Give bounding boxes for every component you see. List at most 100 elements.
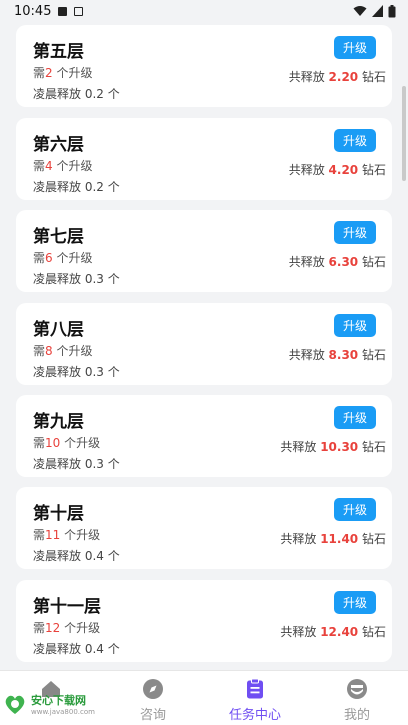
req-suffix: 个升级 xyxy=(64,528,101,542)
total-prefix: 共释放 xyxy=(280,532,317,546)
total-amount: 10.30 xyxy=(320,440,359,454)
req-count: 11 xyxy=(45,528,61,542)
level-requirement: 需2 个升级 xyxy=(33,64,93,81)
req-prefix: 需 xyxy=(33,159,46,173)
level-requirement: 需10 个升级 xyxy=(33,434,100,451)
level-release: 凌晨释放 0.3 个 xyxy=(33,365,120,379)
battery-icon xyxy=(388,4,396,17)
watermark-logo-icon xyxy=(5,695,25,714)
clipboard-icon xyxy=(247,678,263,699)
total-prefix: 共释放 xyxy=(288,255,325,269)
level-release: 凌晨释放 0.3 个 xyxy=(33,457,120,471)
req-prefix: 需 xyxy=(33,436,46,450)
req-suffix: 个升级 xyxy=(56,251,93,265)
req-count: 10 xyxy=(45,436,61,450)
upgrade-button[interactable]: 升级 xyxy=(334,498,376,521)
notification-icon xyxy=(58,6,68,16)
req-suffix: 个升级 xyxy=(64,436,101,450)
level-title: 第八层 xyxy=(33,320,84,340)
tab-task-center-label: 任务中心 xyxy=(228,708,281,723)
level-requirement: 需6 个升级 xyxy=(33,249,93,266)
level-title: 第十一层 xyxy=(33,597,101,617)
total-suffix: 钻石 xyxy=(361,440,386,454)
total-amount: 4.20 xyxy=(328,163,359,177)
level-release: 凌晨释放 0.2 个 xyxy=(33,87,120,101)
req-suffix: 个升级 xyxy=(56,344,93,358)
level-total: 共释放 11.40 钻石 xyxy=(280,530,386,547)
level-requirement: 需12 个升级 xyxy=(33,619,100,636)
level-title: 第十层 xyxy=(33,504,84,524)
level-release: 凌晨释放 0.4 个 xyxy=(33,642,120,656)
total-amount: 8.30 xyxy=(328,348,359,362)
status-time: 10:45 xyxy=(14,3,52,19)
total-amount: 6.30 xyxy=(328,255,359,269)
upgrade-button[interactable]: 升级 xyxy=(334,221,376,244)
level-total: 共释放 2.20 钻石 xyxy=(289,68,386,85)
req-count: 6 xyxy=(45,251,53,265)
level-title: 第九层 xyxy=(33,412,84,432)
req-suffix: 个升级 xyxy=(56,159,93,173)
tab-profile-label: 我的 xyxy=(343,708,370,723)
total-suffix: 钻石 xyxy=(361,348,386,362)
level-requirement: 需11 个升级 xyxy=(33,526,100,543)
level-release: 凌晨释放 0.4 个 xyxy=(33,549,120,563)
tab-consult[interactable]: 咨询 xyxy=(102,671,204,725)
req-prefix: 需 xyxy=(33,66,46,80)
level-total: 共释放 4.20 钻石 xyxy=(289,161,386,178)
tab-profile[interactable]: 我的 xyxy=(306,671,408,725)
req-suffix: 个升级 xyxy=(56,66,93,80)
total-amount: 11.40 xyxy=(320,532,359,546)
level-requirement: 需4 个升级 xyxy=(33,157,93,174)
screenshot-icon xyxy=(74,6,84,16)
upgrade-button[interactable]: 升级 xyxy=(334,129,376,152)
total-prefix: 共释放 xyxy=(288,70,325,84)
level-release: 凌晨释放 0.3 个 xyxy=(33,272,120,286)
req-count: 2 xyxy=(45,66,53,80)
total-suffix: 钻石 xyxy=(361,532,386,546)
watermark: 安心下载网 www.java800.com xyxy=(0,686,110,722)
level-total: 共释放 10.30 钻石 xyxy=(280,438,386,455)
level-card: 第九层需10 个升级凌晨释放 0.3 个 升级共释放 10.30 钻石 xyxy=(16,395,392,477)
level-total: 共释放 8.30 钻石 xyxy=(289,346,386,363)
tab-task-center[interactable]: 任务中心 xyxy=(204,671,306,725)
req-count: 8 xyxy=(45,344,53,358)
total-prefix: 共释放 xyxy=(288,348,325,362)
compass-icon xyxy=(143,679,163,699)
req-prefix: 需 xyxy=(33,251,46,265)
status-bar: 10:45 xyxy=(0,0,408,22)
level-title: 第六层 xyxy=(33,135,84,155)
signal-icon xyxy=(372,5,383,17)
profile-icon xyxy=(347,679,367,699)
status-right xyxy=(353,4,396,18)
watermark-url: www.java800.com xyxy=(31,708,95,716)
level-release: 凌晨释放 0.2 个 xyxy=(33,180,120,194)
total-suffix: 钻石 xyxy=(361,70,386,84)
level-card: 第八层 需8 个升级 凌晨释放 0.3 个 升级 共释放 8.30 钻石 xyxy=(16,303,392,385)
upgrade-button[interactable]: 升级 xyxy=(334,36,376,59)
level-card: 第七层 需6 个升级 凌晨释放 0.3 个 升级 共释放 6.30 钻石 xyxy=(16,210,392,292)
req-prefix: 需 xyxy=(33,528,46,542)
scrollbar[interactable] xyxy=(402,86,406,181)
total-suffix: 钻石 xyxy=(361,255,386,269)
watermark-text: 安心下载网 www.java800.com xyxy=(31,692,95,716)
level-card: 第五层 需2 个升级 凌晨释放 0.2 个 升级 共释放 2.20 钻石 xyxy=(16,25,392,107)
level-requirement: 需8 个升级 xyxy=(33,342,93,359)
level-total: 共释放 12.40 钻石 xyxy=(280,623,386,640)
total-prefix: 共释放 xyxy=(288,163,325,177)
upgrade-button[interactable]: 升级 xyxy=(334,314,376,337)
level-card: 第十一层需12 个升级凌晨释放 0.4 个 升级共释放 12.40 钻石 xyxy=(16,580,392,662)
level-title: 第七层 xyxy=(33,227,84,247)
upgrade-button[interactable]: 升级 xyxy=(334,406,376,429)
upgrade-button[interactable]: 升级 xyxy=(334,591,376,614)
level-list[interactable]: 第五层 需2 个升级 凌晨释放 0.2 个升级 共释放 2.20 钻石 第六层 需4 个升… xyxy=(0,22,408,670)
req-prefix: 需 xyxy=(33,344,46,358)
tab-consult-label: 咨询 xyxy=(139,708,166,723)
total-amount: 12.40 xyxy=(320,625,359,639)
total-amount: 2.20 xyxy=(328,70,359,84)
level-title: 第五层 xyxy=(33,42,84,62)
total-suffix: 钻石 xyxy=(361,625,386,639)
total-prefix: 共释放 xyxy=(280,625,317,639)
total-suffix: 钻石 xyxy=(361,163,386,177)
level-card: 第十层需11 个升级凌晨释放 0.4 个 升级共释放 11.40 钻石 xyxy=(16,487,392,569)
level-total: 共释放 6.30 钻石 xyxy=(289,253,386,270)
